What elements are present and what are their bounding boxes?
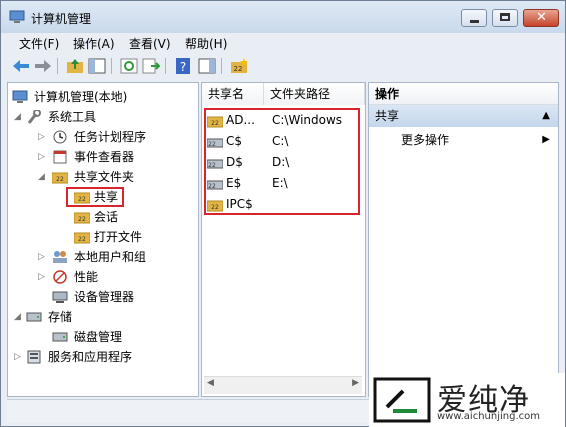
highlight-box-shares <box>66 187 124 207</box>
expanded-triangle-icon[interactable]: ◢ <box>14 107 24 127</box>
tree-label: 系统工具 <box>48 110 97 124</box>
computer-management-icon <box>12 90 28 103</box>
minimize-button[interactable] <box>461 9 487 27</box>
scroll-left-icon[interactable]: ◀ <box>207 378 214 388</box>
shared-folder-icon: 22 <box>74 232 90 244</box>
toolbar-separator <box>221 58 222 74</box>
maximize-button[interactable] <box>492 9 518 27</box>
disk-icon <box>52 332 68 342</box>
event-viewer-icon <box>53 150 67 164</box>
collapse-up-icon[interactable]: ▲ <box>542 105 550 127</box>
expanded-triangle-icon[interactable]: ◢ <box>14 307 24 327</box>
device-manager-icon <box>52 291 68 303</box>
menu-help[interactable]: 帮助(H) <box>185 35 227 52</box>
tree-label: 存储 <box>48 310 73 324</box>
svg-text:22: 22 <box>78 236 86 243</box>
minimize-icon <box>470 20 479 23</box>
window: 计算机管理 ✕ 文件(F) 操作(A) 查看(V) 帮助(H) ? 22 计算机… <box>0 0 566 427</box>
watermark-url: www.aichunjing.com <box>437 411 540 422</box>
back-arrow-icon[interactable] <box>11 57 31 75</box>
expanded-triangle-icon[interactable]: ◢ <box>38 167 48 187</box>
more-actions-label: 更多操作 <box>401 133 450 147</box>
tools-icon <box>27 110 41 124</box>
tree-label: 会话 <box>94 210 119 224</box>
tree-label: 打开文件 <box>94 230 143 244</box>
tree-label: 设备管理器 <box>74 290 135 304</box>
column-header-share-name[interactable]: 共享名 <box>202 83 264 105</box>
clock-icon <box>53 130 67 144</box>
horizontal-scrollbar[interactable]: ◀ ▶ <box>204 376 362 394</box>
new-share-icon[interactable]: 22 <box>229 57 249 75</box>
tree-label: 本地用户和组 <box>74 250 147 264</box>
forward-arrow-icon[interactable] <box>33 57 53 75</box>
tree-label: 共享文件夹 <box>74 170 135 184</box>
collapsed-triangle-icon[interactable]: ▷ <box>38 247 48 267</box>
svg-text:22: 22 <box>78 216 86 223</box>
svg-text:?: ? <box>180 60 186 74</box>
tree-label: 磁盘管理 <box>74 330 123 344</box>
export-list-icon[interactable] <box>141 57 161 75</box>
shares-list-pane: 共享名 文件夹路径 22 AD... C:\Windows 22 C$ C:\ … <box>201 82 366 397</box>
collapsed-triangle-icon[interactable]: ▷ <box>14 347 24 367</box>
actions-section-shares[interactable]: 共享 ▲ <box>369 105 558 127</box>
more-actions-item[interactable]: 更多操作 ▶ <box>369 129 558 151</box>
menu-view[interactable]: 查看(V) <box>129 35 171 52</box>
tree-label: 任务计划程序 <box>74 130 147 144</box>
tree-label: 服务和应用程序 <box>48 350 133 364</box>
collapsed-triangle-icon[interactable]: ▷ <box>38 147 48 167</box>
toolbar: ? 22 <box>7 56 559 78</box>
actions-pane: 操作 共享 ▲ 更多操作 ▶ <box>368 82 559 397</box>
actions-title: 操作 <box>369 83 558 105</box>
users-icon <box>53 251 67 263</box>
actions-section-label: 共享 <box>375 109 400 123</box>
storage-icon <box>26 312 42 322</box>
title-bar: 计算机管理 ✕ <box>1 1 565 33</box>
computer-management-icon <box>9 10 25 23</box>
performance-icon <box>53 270 67 284</box>
submenu-arrow-icon: ▶ <box>542 134 550 145</box>
toolbar-separator <box>165 58 166 74</box>
collapsed-triangle-icon[interactable]: ▷ <box>38 127 48 147</box>
up-folder-icon[interactable] <box>65 57 85 75</box>
svg-text:22: 22 <box>56 176 64 183</box>
refresh-icon[interactable] <box>119 57 139 75</box>
shared-folder-icon: 22 <box>74 212 90 224</box>
toolbar-separator <box>111 58 112 74</box>
help-icon[interactable]: ? <box>173 57 193 75</box>
tree-pane: 计算机管理(本地) ◢ 系统工具 ▷ 任务计划程序 ▷ 事件查看器 ◢ 22 共… <box>7 82 199 397</box>
svg-text:22: 22 <box>234 65 243 73</box>
window-title: 计算机管理 <box>31 12 92 26</box>
tree-label: 事件查看器 <box>74 150 135 164</box>
close-icon: ✕ <box>536 10 547 25</box>
collapsed-triangle-icon[interactable]: ▷ <box>38 267 48 287</box>
brand-logo-icon <box>373 377 431 423</box>
scroll-right-icon[interactable]: ▶ <box>352 378 359 388</box>
shared-folder-icon: 22 <box>52 172 68 184</box>
maximize-icon <box>500 13 510 21</box>
tree-label: 计算机管理(本地) <box>34 90 128 104</box>
menu-action[interactable]: 操作(A) <box>73 35 115 52</box>
watermark-logo: 爱纯净 www.aichunjing.com <box>369 373 565 427</box>
tree-label: 性能 <box>74 270 99 284</box>
show-hide-tree-icon[interactable] <box>87 57 107 75</box>
highlight-box-shares-list <box>204 108 360 215</box>
show-hide-action-pane-icon[interactable] <box>197 57 217 75</box>
column-header-folder-path[interactable]: 文件夹路径 <box>264 83 365 105</box>
toolbar-separator <box>57 58 58 74</box>
close-button[interactable]: ✕ <box>523 9 559 27</box>
services-icon <box>27 350 41 364</box>
menu-file[interactable]: 文件(F) <box>19 35 59 52</box>
